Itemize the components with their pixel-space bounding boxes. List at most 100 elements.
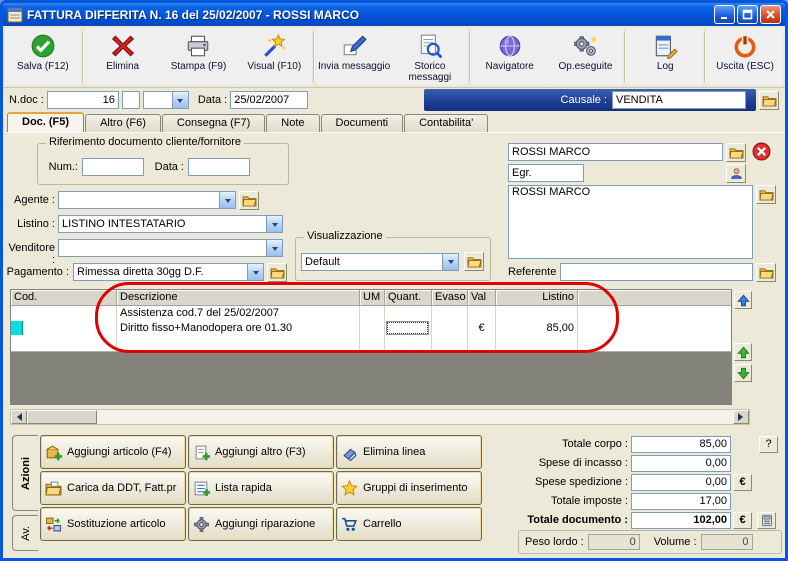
- help-button[interactable]: ?: [759, 435, 778, 453]
- cell-quant[interactable]: [385, 306, 432, 321]
- elimina-button[interactable]: Elimina: [84, 28, 161, 85]
- tab-note[interactable]: Note: [266, 114, 320, 132]
- ndoc-type-combobox[interactable]: [142, 91, 189, 109]
- cell-listino[interactable]: [496, 306, 578, 321]
- move-line-up-button[interactable]: [734, 343, 752, 361]
- aggiungi-articolo-button[interactable]: Aggiungi articolo (F4): [40, 435, 186, 469]
- data-input[interactable]: [230, 91, 309, 109]
- carica-da-ddt-button[interactable]: Carica da DDT, Fatt.pr: [40, 471, 186, 505]
- agente-folder-button[interactable]: [239, 191, 259, 210]
- referente-input[interactable]: [560, 263, 753, 281]
- table-row-empty[interactable]: [11, 336, 731, 351]
- totale-corpo-value[interactable]: [631, 435, 731, 453]
- cell-val[interactable]: [468, 306, 496, 321]
- euro-button[interactable]: €: [733, 473, 752, 491]
- egr-input[interactable]: [508, 164, 584, 182]
- peso-lordo-value[interactable]: [587, 534, 640, 550]
- scroll-top-button[interactable]: [734, 291, 752, 309]
- cell-cod[interactable]: [11, 321, 117, 336]
- dropdown-arrow-icon[interactable]: [171, 92, 188, 108]
- cliente-folder-button[interactable]: [726, 143, 746, 162]
- close-button[interactable]: [760, 5, 781, 24]
- cell-evaso[interactable]: [432, 306, 468, 321]
- column-header[interactable]: Descrizione: [117, 290, 360, 306]
- tab-avanzate[interactable]: Av.: [12, 515, 38, 551]
- stampa-button[interactable]: Stampa (F9): [160, 28, 237, 85]
- dropdown-arrow-icon[interactable]: [219, 192, 235, 208]
- scrollbar-thumb[interactable]: [27, 410, 97, 424]
- cliente-remove-button[interactable]: [751, 142, 771, 162]
- tab-contabilita[interactable]: Contabilita': [404, 114, 489, 132]
- tab-altro-f6[interactable]: Altro (F6): [85, 114, 161, 132]
- column-header[interactable]: Evaso: [432, 290, 468, 306]
- maximize-button[interactable]: [737, 5, 758, 24]
- totale-documento-value[interactable]: [631, 511, 731, 529]
- lista-rapida-button[interactable]: Lista rapida: [188, 471, 334, 505]
- indirizzo-textarea[interactable]: ROSSI MARCO: [508, 185, 753, 259]
- elimina-linea-button[interactable]: Elimina linea: [336, 435, 482, 469]
- carrello-button[interactable]: Carrello: [336, 507, 482, 541]
- cell-descrizione[interactable]: Diritto fisso+Manodopera ore 01.30: [117, 321, 360, 336]
- cliente-input[interactable]: [508, 143, 723, 161]
- indirizzo-folder-button[interactable]: [756, 185, 776, 204]
- pagamento-combobox[interactable]: Rimessa diretta 30gg D.F.: [73, 263, 264, 281]
- aggiungi-riparazione-button[interactable]: Aggiungi riparazione: [188, 507, 334, 541]
- spese-incasso-value[interactable]: [631, 454, 731, 472]
- cell-cod[interactable]: [11, 306, 117, 321]
- euro-button[interactable]: €: [733, 511, 752, 529]
- uscita-button[interactable]: Uscita (ESC): [707, 28, 783, 85]
- storico-messaggi-button[interactable]: Storico messaggi: [391, 28, 468, 85]
- tab-documenti[interactable]: Documenti: [320, 114, 404, 132]
- scrollbar-track[interactable]: [97, 410, 733, 424]
- table-row[interactable]: Assistenza cod.7 del 25/02/2007: [11, 306, 731, 321]
- column-header[interactable]: Cod.: [11, 290, 117, 306]
- venditore-combobox[interactable]: [58, 239, 283, 257]
- spese-spedizione-value[interactable]: [631, 473, 731, 491]
- cell-um[interactable]: [360, 306, 385, 321]
- sostituzione-articolo-button[interactable]: Sostituzione articolo: [40, 507, 186, 541]
- column-header[interactable]: UM: [360, 290, 385, 306]
- cell-um[interactable]: [360, 321, 385, 336]
- tab-consegna-f7[interactable]: Consegna (F7): [161, 114, 266, 132]
- ndoc-input[interactable]: [46, 91, 119, 109]
- ndoc-suffix-input[interactable]: [121, 91, 140, 109]
- visualizzazione-combobox[interactable]: Default: [301, 252, 459, 271]
- column-header[interactable]: Val: [468, 290, 496, 306]
- rif-data-input[interactable]: [188, 158, 250, 176]
- referente-folder-button[interactable]: [756, 263, 776, 282]
- tab-doc-f5[interactable]: Doc. (F5): [7, 112, 85, 132]
- active-cell-input[interactable]: [387, 322, 428, 334]
- pagamento-folder-button[interactable]: [267, 263, 287, 282]
- dropdown-arrow-icon[interactable]: [442, 253, 458, 270]
- minimize-button[interactable]: [714, 5, 735, 24]
- document-lines-table[interactable]: Cod. Descrizione UM Quant. Evaso Val Lis…: [10, 289, 732, 405]
- totale-imposte-value[interactable]: [631, 492, 731, 510]
- table-row-current[interactable]: Diritto fisso+Manodopera ore 01.30 € 85,…: [11, 321, 731, 336]
- listino-combobox[interactable]: LISTINO INTESTATARIO: [58, 215, 283, 233]
- cell-evaso[interactable]: [432, 321, 468, 336]
- calculator-button[interactable]: [757, 511, 776, 529]
- volume-value[interactable]: [700, 534, 753, 550]
- cell-val[interactable]: €: [468, 321, 496, 336]
- salva-button[interactable]: Salva (F12): [5, 28, 81, 85]
- visualizzazione-folder-button[interactable]: [464, 252, 484, 271]
- contact-person-button[interactable]: [726, 164, 746, 183]
- title-bar[interactable]: FATTURA DIFFERITA N. 16 del 25/02/2007 -…: [3, 3, 785, 26]
- move-line-down-button[interactable]: [734, 364, 752, 382]
- aggiungi-altro-button[interactable]: Aggiungi altro (F3): [188, 435, 334, 469]
- causale-input[interactable]: [612, 91, 746, 109]
- visual-button[interactable]: Visual (F10): [236, 28, 313, 85]
- column-header[interactable]: Quant.: [385, 290, 432, 306]
- log-button[interactable]: Log: [627, 28, 704, 85]
- causale-folder-button[interactable]: [759, 90, 779, 110]
- gruppi-inserimento-button[interactable]: Gruppi di inserimento: [336, 471, 482, 505]
- invia-messaggio-button[interactable]: Invia messaggio: [316, 28, 392, 85]
- num-input[interactable]: [82, 158, 144, 176]
- cell-descrizione[interactable]: Assistenza cod.7 del 25/02/2007: [117, 306, 360, 321]
- navigatore-button[interactable]: Navigatore: [471, 28, 548, 85]
- op-eseguite-button[interactable]: Op.eseguite: [547, 28, 624, 85]
- scroll-right-button[interactable]: [733, 410, 749, 424]
- tab-azioni[interactable]: Azioni: [12, 435, 38, 511]
- horizontal-scrollbar[interactable]: [10, 409, 750, 425]
- scroll-left-button[interactable]: [11, 410, 27, 424]
